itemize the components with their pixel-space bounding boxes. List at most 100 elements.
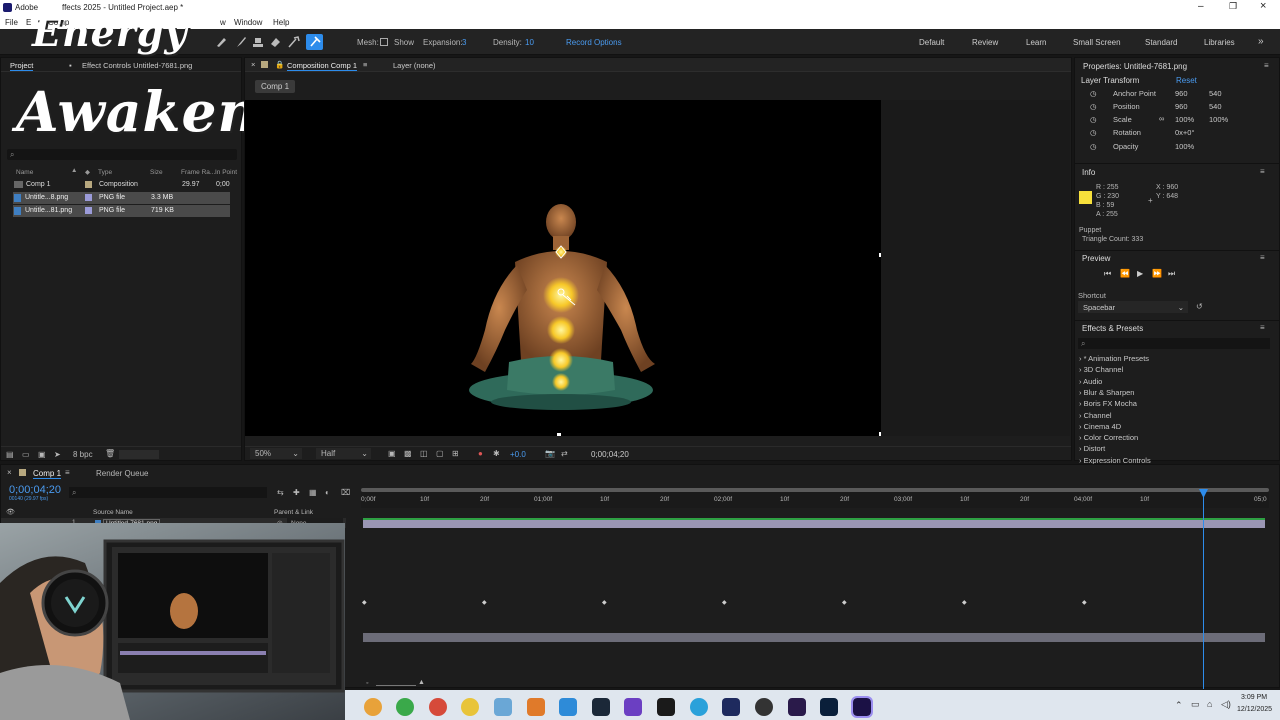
tab-timeline-comp[interactable]: Comp 1 bbox=[33, 469, 62, 479]
keyframe-icon[interactable]: ◆ bbox=[362, 599, 367, 606]
region-of-interest-icon[interactable]: ▢ bbox=[436, 449, 444, 458]
keyframe-icon[interactable]: ◆ bbox=[602, 599, 607, 606]
effects-item[interactable]: › * Animation Presets bbox=[1079, 354, 1149, 363]
rotation-value[interactable]: 0x+0° bbox=[1175, 128, 1194, 137]
show-snapshot-icon[interactable]: ⇄ bbox=[561, 449, 568, 458]
tab-project[interactable]: Project bbox=[10, 61, 34, 71]
keyframe-icon[interactable]: ◆ bbox=[482, 599, 487, 606]
parent-link-header[interactable]: Parent & Link bbox=[274, 509, 313, 516]
tab-layer[interactable]: Layer (none) bbox=[393, 61, 436, 70]
flowchart-icon[interactable]: ➤ bbox=[54, 450, 61, 459]
graph-editor-icon[interactable]: ⌧ bbox=[341, 488, 350, 497]
position-y-value[interactable]: 540 bbox=[1209, 102, 1222, 111]
media-encoder-icon[interactable] bbox=[722, 698, 740, 716]
comp-canvas[interactable] bbox=[245, 100, 881, 436]
source-name-header[interactable]: Source Name bbox=[93, 509, 133, 516]
zoom-out-icon[interactable]: ◦ bbox=[366, 680, 368, 687]
col-size[interactable]: Size bbox=[150, 169, 163, 176]
anchor-x-value[interactable]: 960 bbox=[1175, 89, 1188, 98]
new-composition-icon[interactable]: ▣ bbox=[38, 450, 46, 459]
restore-icon[interactable]: ❐ bbox=[1229, 1, 1237, 12]
next-frame-icon[interactable]: ⏩ bbox=[1152, 269, 1162, 278]
layer-bar-secondary[interactable] bbox=[363, 633, 1265, 642]
volume-icon[interactable]: ◁) bbox=[1221, 699, 1231, 710]
transparency-grid-icon[interactable]: ▩ bbox=[404, 449, 412, 458]
work-area-bar[interactable] bbox=[361, 488, 1269, 492]
workspace-review[interactable]: Review bbox=[972, 38, 998, 47]
puppet-pin-tool-icon[interactable] bbox=[306, 34, 323, 50]
layer-duration-bar[interactable] bbox=[363, 518, 1265, 528]
menu-composition[interactable]: Comp bbox=[48, 18, 69, 27]
tab-composition[interactable]: Composition Comp 1 bbox=[287, 61, 358, 71]
app-icon[interactable] bbox=[755, 698, 773, 716]
reset-link[interactable]: Reset bbox=[1176, 76, 1197, 85]
show-hidden-icons[interactable]: ⌃ bbox=[1175, 700, 1183, 711]
telegram-icon[interactable] bbox=[690, 698, 708, 716]
show-mesh-checkbox[interactable] bbox=[380, 38, 388, 46]
comp-mini-flowchart-icon[interactable]: ⇆ bbox=[277, 488, 284, 497]
snapshot-camera-icon[interactable]: 📷 bbox=[545, 449, 555, 458]
panel-menu-icon[interactable]: ≡ bbox=[65, 468, 70, 477]
stopwatch-icon[interactable]: ◷ bbox=[1090, 115, 1097, 124]
workspace-libraries[interactable]: Libraries bbox=[1204, 38, 1235, 47]
project-row[interactable]: Comp 1 Composition 29.97 0;00 bbox=[1, 179, 241, 191]
col-frame-rate[interactable]: Frame Ra... bbox=[181, 169, 215, 176]
app-icon[interactable] bbox=[559, 698, 577, 716]
chrome-icon[interactable] bbox=[461, 698, 479, 716]
roto-brush-icon[interactable] bbox=[288, 36, 300, 48]
viewer-area[interactable] bbox=[245, 100, 1070, 436]
workspace-standard[interactable]: Standard bbox=[1145, 38, 1177, 47]
reset-shortcut-icon[interactable]: ↺ bbox=[1196, 302, 1203, 311]
effects-item[interactable]: › Cinema 4D bbox=[1079, 422, 1121, 431]
chrome-icon[interactable] bbox=[364, 698, 382, 716]
panel-menu-icon[interactable]: ≡ bbox=[1264, 61, 1269, 70]
effects-item[interactable]: › Color Correction bbox=[1079, 433, 1138, 442]
close-tab-icon[interactable]: × bbox=[7, 468, 12, 477]
project-row[interactable]: Untitle...81.png PNG file 719 KB bbox=[13, 205, 230, 217]
effects-item[interactable]: › Channel bbox=[1079, 411, 1112, 420]
tab-render-queue[interactable]: Render Queue bbox=[96, 469, 148, 478]
workspace-learn[interactable]: Learn bbox=[1026, 38, 1046, 47]
workspace-default[interactable]: Default bbox=[919, 38, 944, 47]
col-name[interactable]: Name bbox=[16, 169, 33, 176]
shortcut-dropdown[interactable]: Spacebar ⌄ bbox=[1078, 301, 1188, 313]
workspace-small-screen[interactable]: Small Screen bbox=[1073, 38, 1121, 47]
zoom-slider[interactable]: ◦ ▲ bbox=[366, 679, 426, 688]
close-icon[interactable]: × bbox=[1260, 0, 1266, 12]
minimize-icon[interactable]: – bbox=[1198, 1, 1204, 12]
clock-date[interactable]: 12/12/2025 bbox=[1237, 706, 1272, 713]
viewer-timecode[interactable]: 0;00;04;20 bbox=[591, 450, 629, 459]
clone-stamp-icon[interactable] bbox=[252, 36, 264, 48]
channel-icon[interactable]: ● bbox=[478, 449, 483, 458]
guides-icon[interactable]: ⊞ bbox=[452, 449, 459, 458]
premiere-icon[interactable] bbox=[788, 698, 806, 716]
draft-3d-icon[interactable]: ✚ bbox=[293, 488, 300, 497]
first-frame-icon[interactable]: ⏮ bbox=[1104, 269, 1111, 279]
anchor-y-value[interactable]: 540 bbox=[1209, 89, 1222, 98]
keyframe-icon[interactable]: ◆ bbox=[1082, 599, 1087, 606]
eraser-icon[interactable] bbox=[269, 36, 281, 48]
effects-item[interactable]: › Distort bbox=[1079, 444, 1105, 453]
keyframe-icon[interactable]: ◆ bbox=[962, 599, 967, 606]
zoom-in-icon[interactable]: ▲ bbox=[418, 679, 425, 686]
panel-menu-icon[interactable]: ≡ bbox=[1260, 323, 1265, 332]
network-icon[interactable]: ⌂ bbox=[1207, 699, 1212, 709]
stopwatch-icon[interactable]: ◷ bbox=[1090, 102, 1097, 111]
workspace-more-icon[interactable]: » bbox=[1258, 36, 1264, 47]
col-type[interactable]: Type bbox=[98, 169, 112, 176]
menu-view[interactable]: w bbox=[220, 18, 226, 27]
panel-menu-icon[interactable]: ≡ bbox=[1260, 253, 1265, 262]
clock-time[interactable]: 3:09 PM bbox=[1241, 694, 1267, 701]
photoshop-icon[interactable] bbox=[820, 698, 838, 716]
scale-y-value[interactable]: 100% bbox=[1209, 115, 1228, 124]
scale-x-value[interactable]: 100% bbox=[1175, 115, 1194, 124]
exposure-value[interactable]: +0.0 bbox=[510, 450, 526, 459]
bit-depth-button[interactable]: 8 bpc bbox=[73, 450, 93, 459]
current-time-display[interactable]: 0;00;04;20 bbox=[9, 484, 61, 496]
stopwatch-icon[interactable]: ◷ bbox=[1090, 128, 1097, 137]
menu-file[interactable]: File bbox=[5, 18, 18, 27]
playhead[interactable] bbox=[1203, 489, 1204, 689]
stopwatch-icon[interactable]: ◷ bbox=[1090, 89, 1097, 98]
fast-previews-icon[interactable]: ▣ bbox=[388, 449, 396, 458]
resolution-dropdown[interactable]: Half ⌄ bbox=[316, 448, 371, 459]
